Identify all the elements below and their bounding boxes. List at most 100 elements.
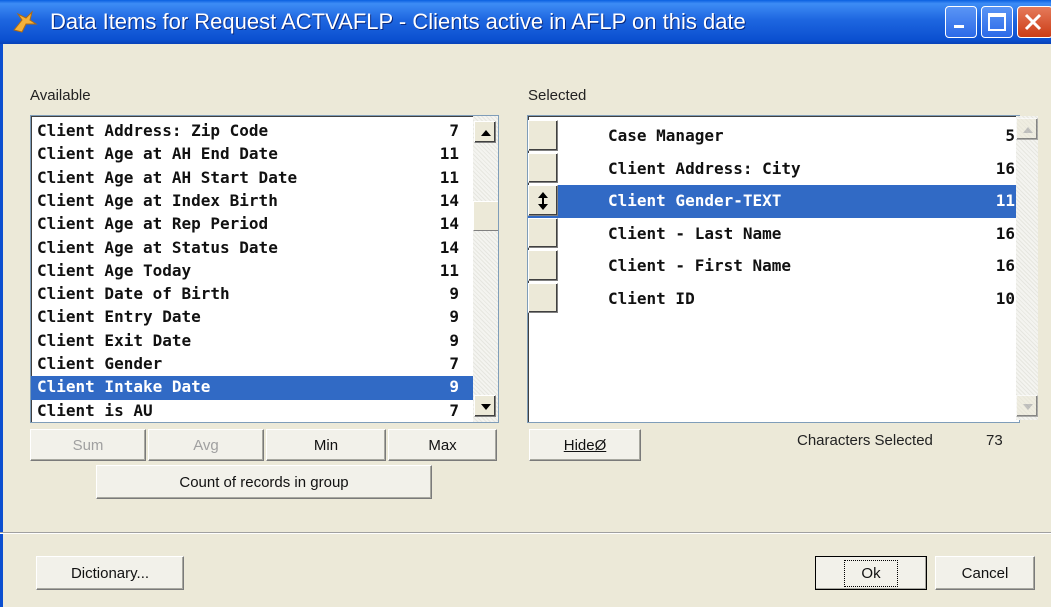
sum-button[interactable]: Sum [30, 429, 146, 461]
avg-button[interactable]: Avg [148, 429, 264, 461]
scroll-up-button[interactable] [474, 121, 496, 143]
separator [0, 532, 1051, 534]
list-item[interactable]: Client Gender 7 [31, 353, 473, 376]
maximize-icon [988, 13, 1006, 31]
selected-scroll-down-button[interactable] [1016, 395, 1038, 417]
window-border-left [0, 44, 3, 607]
selected-scrollbar[interactable] [1016, 116, 1038, 420]
count-records-button[interactable]: Count of records in group [96, 465, 432, 499]
item-length: 7 [449, 400, 459, 420]
list-item[interactable]: Client Age at AH End Date 11 [31, 143, 473, 166]
item-length: 16 [995, 158, 1015, 178]
item-name: Client is AU [37, 400, 153, 420]
item-length: 10 [995, 288, 1015, 308]
scroll-down-button[interactable] [474, 395, 496, 417]
drag-handle[interactable] [528, 282, 558, 313]
minimize-icon [954, 25, 964, 28]
ok-button[interactable]: Ok [815, 556, 927, 590]
selected-list[interactable]: Case Manager 5 Client Address: City 16 Clien… [527, 115, 1020, 423]
item-name: Client Intake Date [37, 377, 211, 397]
list-item[interactable]: Client Age at Rep Period 14 [31, 213, 473, 236]
selected-scroll-up-button[interactable] [1016, 118, 1038, 140]
item-name: Client - Last Name [608, 223, 782, 243]
item-name: Client Gender-TEXT [608, 191, 782, 210]
drag-handle[interactable] [528, 185, 558, 216]
drag-handle[interactable] [528, 250, 558, 281]
item-length: 9 [449, 284, 459, 304]
item-name: Client Address: City [608, 158, 801, 178]
item-name: Client Date of Birth [37, 284, 230, 304]
item-length: 7 [449, 354, 459, 373]
item-length: 16 [995, 256, 1015, 275]
close-button[interactable] [1017, 6, 1051, 38]
item-name: Client Entry Date [37, 307, 201, 327]
available-scrollbar[interactable] [473, 116, 498, 422]
scroll-thumb[interactable] [473, 201, 498, 231]
title-bar[interactable]: Data Items for Request ACTVAFLP - Client… [0, 0, 1051, 44]
selected-label: Selected [528, 87, 587, 104]
max-button[interactable]: Max [388, 429, 497, 461]
drag-handle[interactable] [528, 120, 558, 151]
drag-handle[interactable] [528, 217, 558, 248]
minimize-button[interactable] [945, 6, 977, 38]
item-name: Client Age at AH Start Date [37, 167, 298, 187]
window-title: Data Items for Request ACTVAFLP - Client… [50, 9, 746, 34]
list-item[interactable]: Client Intake Date 9 [31, 376, 473, 400]
hide-button[interactable]: HideØ [529, 429, 641, 461]
list-item[interactable]: Client Age at Index Birth 14 [31, 190, 473, 213]
item-length: 11 [439, 144, 459, 164]
item-name: Client Address: Zip Code [37, 121, 269, 140]
list-item[interactable]: Client Entry Date 9 [31, 306, 473, 329]
item-name: Client Age at Status Date [37, 237, 278, 257]
item-name: Case Manager [608, 126, 724, 145]
item-name: Client Age at Index Birth [37, 190, 278, 210]
item-length: 11 [995, 191, 1015, 210]
item-name: Client Age at Rep Period [37, 214, 269, 234]
updown-arrow-icon [538, 192, 548, 210]
list-item[interactable]: Client Date of Birth 9 [31, 283, 473, 306]
item-name: Client Gender [37, 354, 163, 373]
item-name: Client Age at AH End Date [37, 144, 278, 164]
available-list[interactable]: Client Address: Zip Code 7 Client Age at A… [30, 115, 499, 423]
list-item[interactable]: Client Gender-TEXT 11 [528, 185, 1017, 218]
list-item[interactable]: Client Age at AH Start Date 11 [31, 167, 473, 190]
list-item[interactable]: Client - Last Name 16 [528, 217, 1017, 251]
dialog-window: Data Items for Request ACTVAFLP - Client… [0, 0, 1051, 607]
item-length: 14 [439, 214, 459, 234]
item-length: 16 [995, 223, 1015, 243]
item-length: 14 [439, 237, 459, 257]
arrow-down-icon [481, 404, 491, 410]
min-button[interactable]: Min [266, 429, 386, 461]
item-length: 7 [449, 121, 459, 140]
list-item[interactable]: Client is AU 7 [31, 400, 473, 422]
list-item[interactable]: Client Exit Date 9 [31, 330, 473, 353]
item-length: 11 [439, 167, 459, 187]
arrow-up-icon [481, 130, 491, 136]
item-name: Client - First Name [608, 256, 792, 275]
app-icon [13, 10, 38, 33]
list-item[interactable]: Case Manager 5 [528, 120, 1017, 153]
item-length: 11 [439, 260, 459, 280]
close-icon [1024, 13, 1042, 31]
item-name: Client ID [608, 288, 695, 308]
drag-handle[interactable] [528, 152, 558, 183]
item-length: 9 [449, 330, 459, 350]
arrow-up-icon [1023, 127, 1033, 133]
cancel-button[interactable]: Cancel [935, 556, 1035, 590]
list-item[interactable]: Client - First Name 16 [528, 250, 1017, 283]
arrow-down-icon [1023, 404, 1033, 410]
item-length: 14 [439, 190, 459, 210]
item-length: 9 [449, 307, 459, 327]
dictionary-button[interactable]: Dictionary... [36, 556, 184, 590]
list-item[interactable]: Client Age Today 11 [31, 260, 473, 283]
maximize-button[interactable] [981, 6, 1013, 38]
characters-selected-label: Characters Selected [797, 432, 933, 449]
ok-label: Ok [844, 559, 898, 587]
item-name: Client Exit Date [37, 330, 192, 350]
list-item[interactable]: Client Address: Zip Code 7 [31, 120, 473, 143]
characters-selected-value: 73 [986, 432, 1003, 449]
list-item[interactable]: Client Address: City 16 [528, 152, 1017, 186]
list-item[interactable]: Client ID 10 [528, 282, 1017, 316]
item-length: 9 [449, 377, 459, 397]
list-item[interactable]: Client Age at Status Date 14 [31, 237, 473, 260]
